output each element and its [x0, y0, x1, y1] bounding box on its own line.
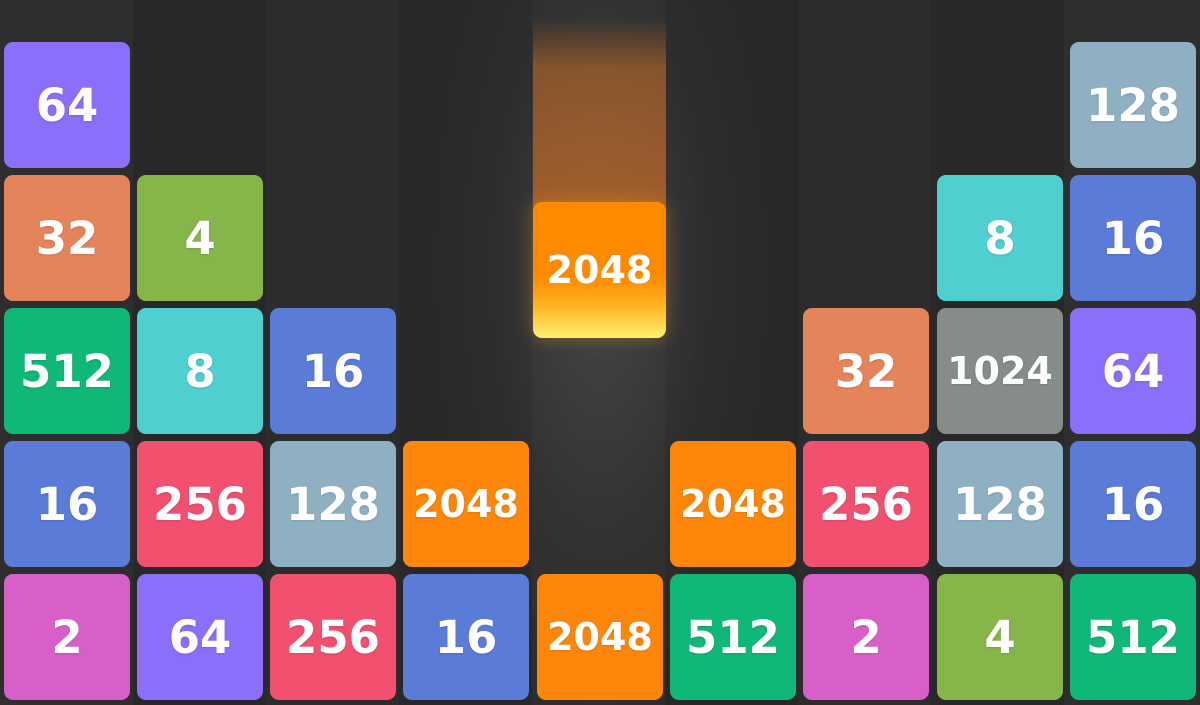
tile: 256 — [137, 441, 263, 567]
tile: 8 — [137, 308, 263, 434]
tile: 64 — [4, 42, 130, 168]
tile: 64 — [137, 574, 263, 700]
falling-tile[interactable]: 2048 — [533, 202, 666, 338]
tile: 512 — [1070, 574, 1196, 700]
tile: 128 — [270, 441, 396, 567]
tile: 1024 — [937, 308, 1063, 434]
game-board[interactable]: 2 16 512 32 64 64 256 8 4 256 128 16 16 2048 2048 512 20… — [0, 0, 1200, 705]
tile: 16 — [270, 308, 396, 434]
tile: 2 — [803, 574, 929, 700]
tile: 8 — [937, 175, 1063, 301]
tile: 16 — [4, 441, 130, 567]
tile: 16 — [403, 574, 529, 700]
tile: 2 — [4, 574, 130, 700]
tile: 64 — [1070, 308, 1196, 434]
tile: 16 — [1070, 441, 1196, 567]
tile: 2048 — [670, 441, 796, 567]
tile: 128 — [937, 441, 1063, 567]
tile: 2048 — [403, 441, 529, 567]
tile: 256 — [270, 574, 396, 700]
tile: 32 — [803, 308, 929, 434]
tile: 16 — [1070, 175, 1196, 301]
falling-trail — [533, 18, 666, 218]
tile: 512 — [670, 574, 796, 700]
tile: 128 — [1070, 42, 1196, 168]
tile: 32 — [4, 175, 130, 301]
tile: 4 — [137, 175, 263, 301]
tile: 2048 — [537, 574, 663, 700]
tile: 512 — [4, 308, 130, 434]
tile: 256 — [803, 441, 929, 567]
tile: 4 — [937, 574, 1063, 700]
